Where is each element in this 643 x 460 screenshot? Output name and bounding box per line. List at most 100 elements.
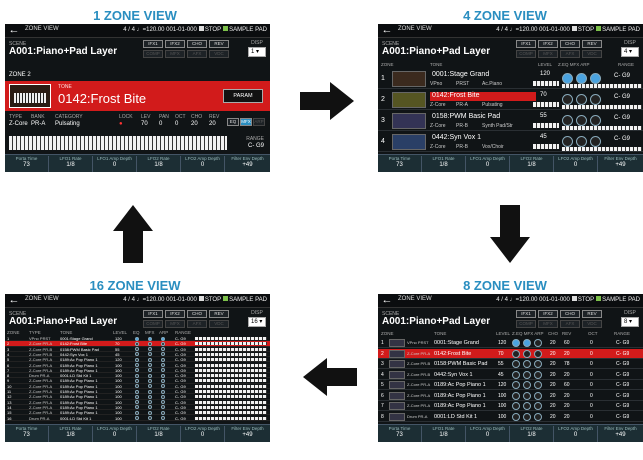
zone-row[interactable]: 5 Z-Core PR-A 0189:Ac Pop Piano 1 120 20 60 0 C…	[378, 380, 643, 390]
eq-toggle[interactable]	[562, 94, 573, 105]
level-value[interactable]: 100	[115, 373, 122, 378]
tone-name[interactable]: 0142:Frost Bite	[430, 92, 536, 101]
eq-toggle[interactable]	[562, 73, 573, 84]
back-arrow-icon[interactable]: ←	[7, 24, 21, 36]
knob-lfo1-amp-depth[interactable]: LFO1 Amp Depth 0	[93, 426, 137, 442]
tone-name[interactable]: 0189:Ac Pop Piano 1	[60, 378, 98, 383]
knob-lfo2-amp-depth[interactable]: LFO2 Amp Depth 0	[181, 426, 225, 442]
tone-name[interactable]: 0001:LD Std Kit 1	[60, 416, 91, 421]
mfx-toggle[interactable]	[523, 391, 531, 400]
arp-toggle[interactable]	[161, 405, 165, 410]
arp-toggle[interactable]	[161, 357, 165, 362]
mfx-button[interactable]: MFX	[538, 320, 558, 328]
tone-name[interactable]: 0158:PWM Basic Pad	[434, 361, 488, 367]
level-value[interactable]: 70	[498, 351, 504, 357]
knob-filter-env-depth[interactable]: Filter Env Depth +49	[225, 426, 270, 442]
eq-toggle[interactable]	[135, 336, 139, 341]
mfx-toggle[interactable]	[523, 339, 531, 347]
eq-toggle[interactable]	[135, 400, 139, 405]
tone-name[interactable]: 0142:Frost Bite	[60, 341, 87, 346]
arp-toggle[interactable]: ARP	[253, 118, 265, 126]
param-button[interactable]: PARAM	[223, 89, 263, 103]
mfx-button[interactable]: MFX	[165, 50, 185, 58]
mfx-button[interactable]: MFX	[538, 50, 558, 58]
mfx-toggle[interactable]	[148, 373, 152, 378]
mfx-toggle[interactable]	[523, 412, 531, 421]
zone-row[interactable]: 2 Z-Core PR-A 0142:Frost Bite 70 20 20 0 C- G9	[378, 348, 643, 359]
eq-toggle[interactable]	[512, 412, 520, 421]
eq-toggle[interactable]	[135, 384, 139, 389]
back-arrow-icon[interactable]: ←	[380, 294, 394, 306]
mfx-toggle[interactable]	[148, 352, 152, 357]
knob-lfo1-amp-depth[interactable]: LFO1 Amp Depth 0	[466, 426, 510, 442]
eq-toggle[interactable]	[135, 416, 139, 420]
scene-name[interactable]: A001:Piano+Pad Layer	[9, 46, 117, 57]
mfx-toggle[interactable]: MFX	[240, 118, 252, 126]
eq-toggle[interactable]	[135, 352, 139, 357]
zone-row[interactable]: 4 0442:Syn Vox 1 Z-Core PR-B Vox/Choir 45 C- G…	[378, 132, 643, 152]
mfx-toggle[interactable]	[148, 347, 152, 352]
zone-row[interactable]: 2 0142:Frost Bite Z-Core PR-A Pulsating 70 C- …	[378, 90, 643, 110]
knob-filter-env-depth[interactable]: Filter Env Depth +49	[598, 156, 643, 172]
knob-porta-time[interactable]: Porta Time 73	[5, 426, 49, 442]
level-value[interactable]: 100	[498, 393, 506, 399]
arp-toggle[interactable]	[590, 94, 601, 105]
scene-name[interactable]: A001:Piano+Pad Layer	[382, 316, 490, 327]
mfx-toggle[interactable]	[523, 360, 531, 368]
level-value[interactable]: 120	[115, 336, 122, 341]
mfx-toggle[interactable]	[148, 341, 152, 346]
arp-toggle[interactable]	[534, 339, 542, 347]
knob-lfo2-rate[interactable]: LFO2 Rate 1/8	[510, 426, 554, 442]
comp-button[interactable]: COMP	[516, 320, 536, 328]
level-value[interactable]: 100	[115, 394, 122, 399]
level-value[interactable]: 100	[115, 416, 122, 421]
arp-toggle[interactable]	[161, 384, 165, 389]
tone-name[interactable]: 0189:Ac Pop Piano 1	[60, 363, 98, 368]
zone-row[interactable]: 1 0001:Stage Grand VPno PRST Ac.Piano 120 C- G…	[378, 69, 643, 89]
comp-button[interactable]: COMP	[143, 50, 163, 58]
comp-button[interactable]: COMP	[516, 50, 536, 58]
tone-name[interactable]: 0189:Ac Pop Piano 1	[60, 357, 98, 362]
zone-row[interactable]: 6 Z-Core PR-A 0189:Ac Pop Piano 1 100 20 20 0 C…	[378, 391, 643, 401]
eq-toggle[interactable]	[512, 391, 520, 400]
level-value[interactable]: 120	[540, 71, 550, 77]
tone-name[interactable]: 0189:Ac Pop Piano 1	[60, 368, 98, 373]
arp-toggle[interactable]	[161, 378, 165, 383]
zone-row[interactable]: 7 Z-Core PR-A 0189:Ac Pop Piano 1 100 20 20 0 C…	[378, 401, 643, 411]
disp-select[interactable]: 8 ▾	[621, 317, 639, 327]
vdc-button[interactable]: VDC	[209, 320, 229, 328]
eq-toggle[interactable]	[562, 136, 573, 147]
zone-row[interactable]: 16 Drum PR-A 0001:LD Std Kit 1 100 C- G9	[5, 416, 270, 421]
arp-toggle[interactable]	[161, 394, 165, 399]
level-value[interactable]: 70	[115, 341, 119, 346]
afx-button[interactable]: AFX	[187, 50, 207, 58]
arp-toggle[interactable]	[534, 412, 542, 421]
knob-lfo1-amp-depth[interactable]: LFO1 Amp Depth 0	[466, 156, 510, 172]
tone-name[interactable]: 0189:Ac Pop Piano 1	[60, 394, 98, 399]
rev-button[interactable]: REV	[209, 40, 229, 48]
level-value[interactable]: 100	[115, 389, 122, 394]
knob-lfo2-rate[interactable]: LFO2 Rate 1/8	[510, 156, 554, 172]
eq-toggle[interactable]: EQ	[227, 118, 239, 126]
zone-tone-banner[interactable]: TONE 0142:Frost Bite PARAM	[5, 81, 270, 111]
level-value[interactable]: 100	[115, 400, 122, 405]
knob-lfo1-rate[interactable]: LFO1 Rate 1/8	[49, 156, 93, 172]
knob-lfo2-rate[interactable]: LFO2 Rate 1/8	[137, 156, 181, 172]
rev-button[interactable]: REV	[209, 310, 229, 318]
tone-name[interactable]: 0001:Stage Grand	[434, 340, 479, 346]
knob-lfo1-rate[interactable]: LFO1 Rate 1/8	[422, 426, 466, 442]
level-value[interactable]: 100	[115, 368, 122, 373]
tone-name[interactable]: 0142:Frost Bite	[58, 91, 146, 106]
arp-toggle[interactable]	[161, 352, 165, 357]
knob-porta-time[interactable]: Porta Time 73	[378, 426, 422, 442]
mfx-button[interactable]: MFX	[165, 320, 185, 328]
level-value[interactable]: 100	[115, 405, 122, 410]
eq-toggle[interactable]	[135, 410, 139, 415]
mfx-toggle[interactable]	[148, 410, 152, 415]
tone-name[interactable]: 0158:PWM Basic Pad	[430, 113, 536, 122]
level-value[interactable]: 55	[498, 361, 504, 367]
tone-name[interactable]: 0142:Frost Bite	[434, 351, 471, 357]
ifx2-button[interactable]: IFX2	[165, 310, 185, 318]
knob-lfo2-amp-depth[interactable]: LFO2 Amp Depth 0	[554, 426, 598, 442]
ifx1-button[interactable]: IFX1	[516, 40, 536, 48]
